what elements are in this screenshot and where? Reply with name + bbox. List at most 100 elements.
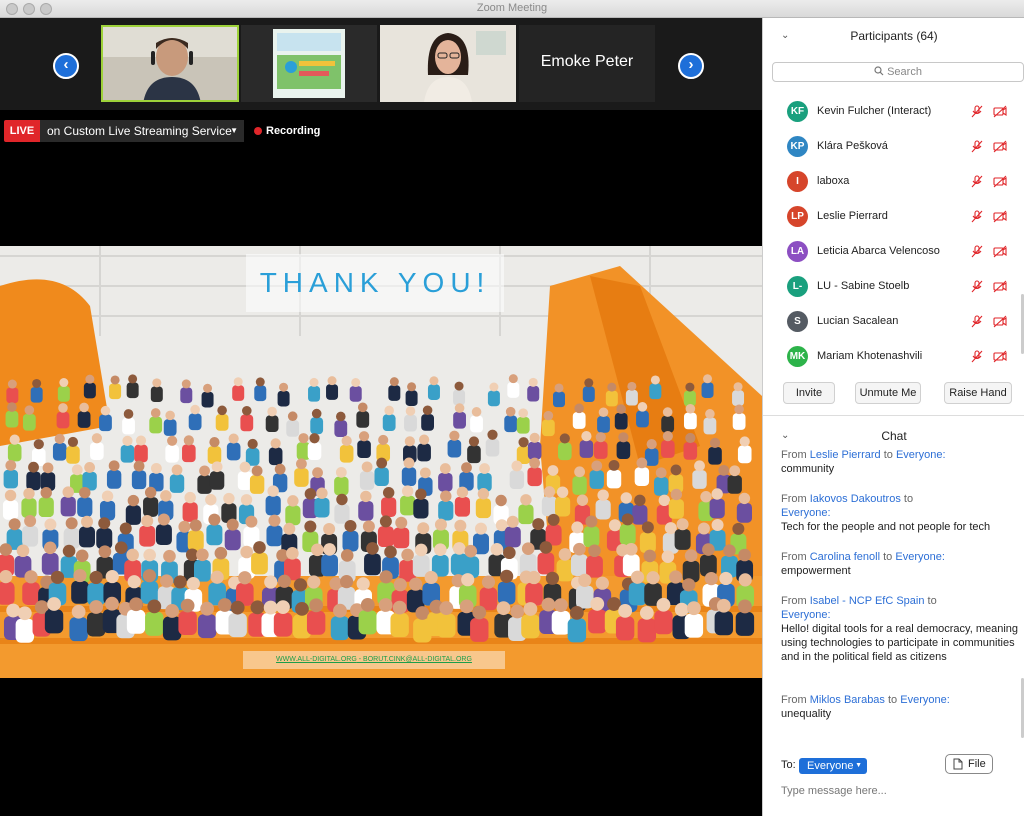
crowd-person-body (134, 444, 148, 463)
crowd-person-head (434, 543, 447, 557)
crowd-person-head (283, 522, 296, 535)
video-off-icon[interactable] (993, 350, 1007, 363)
collapse-chevron-icon[interactable]: ⌄ (781, 18, 789, 54)
participant-row[interactable]: LA Leticia Abarca Velencoso (763, 234, 1024, 269)
raise-hand-button[interactable]: Raise Hand (944, 382, 1012, 404)
video-off-icon[interactable] (993, 175, 1007, 188)
website-link[interactable]: WWW.ALL-DIGITAL.ORG (276, 656, 357, 663)
participant-row[interactable]: S Lucian Sacalean (763, 304, 1024, 339)
crowd-person-body (178, 611, 197, 636)
crowd-person-body (438, 472, 453, 492)
title-bar: Zoom Meeting (0, 0, 1024, 18)
crowd-person-head (529, 457, 541, 469)
crowd-person-head (40, 487, 52, 499)
mic-muted-icon[interactable] (970, 210, 984, 223)
participant-row[interactable]: MK Mariam Khotenashvili (763, 339, 1024, 370)
collapse-chevron-icon[interactable]: ⌄ (781, 418, 789, 454)
participant-row[interactable]: KF Kevin Fulcher (Interact) (763, 94, 1024, 129)
crowd-person-body (516, 416, 530, 434)
crowd-person-head (163, 549, 176, 563)
chat-message-input[interactable] (781, 782, 1017, 800)
video-tile-shared-poster[interactable] (241, 25, 377, 102)
crowd-person-body (593, 441, 608, 459)
crowd-person-head (84, 462, 96, 473)
participant-search-input[interactable]: Search (772, 62, 1024, 82)
video-off-icon[interactable] (993, 315, 1007, 328)
video-off-icon[interactable] (993, 280, 1007, 293)
chat-recipient-select[interactable]: Everyone ▼ (799, 758, 867, 774)
next-videos-button[interactable]: › (678, 53, 704, 79)
crowd-person-head (584, 378, 594, 388)
crowd-person-head (263, 600, 278, 615)
crowd-person-head (242, 405, 252, 416)
crowd-person-head (419, 467, 431, 479)
crowd-person-body (454, 496, 471, 517)
message-recipient: Everyone: (895, 450, 946, 461)
video-off-icon[interactable] (993, 245, 1007, 258)
unmute-me-button[interactable]: Unmute Me (855, 382, 921, 404)
crowd-person-head (510, 604, 525, 619)
crowd-person-body (3, 469, 19, 489)
video-off-icon[interactable] (993, 105, 1007, 118)
crowd-person-body (139, 525, 156, 547)
participant-row[interactable]: KP Klára Pešková (763, 129, 1024, 164)
crowd-person-head (208, 513, 221, 526)
crowd-person-body (79, 526, 96, 548)
crowd-person-body (358, 610, 377, 635)
mic-muted-icon[interactable] (970, 245, 984, 258)
crowd-person-body (99, 414, 112, 432)
mic-muted-icon[interactable] (970, 140, 984, 153)
crowd-person-head (581, 431, 592, 442)
crowd-person-body (504, 415, 518, 433)
participant-name: Mariam Khotenashvili (817, 350, 923, 362)
mic-muted-icon[interactable] (970, 280, 984, 293)
crowd-person-body (632, 504, 648, 525)
crowd-person-head (245, 515, 258, 528)
crowd-person-head (340, 549, 354, 562)
participant-row[interactable]: L- LU - Sabine Stoelb (763, 269, 1024, 304)
crowd-person-head (543, 486, 556, 498)
crowd-person-body (71, 580, 89, 604)
crowd-person-body (417, 443, 431, 462)
video-off-icon[interactable] (993, 210, 1007, 223)
crowd-person-head (401, 485, 414, 497)
invite-button[interactable]: Invite (783, 382, 835, 404)
crowd-person-body (504, 526, 521, 548)
mic-muted-icon[interactable] (970, 105, 984, 118)
crowd-person-head (105, 569, 119, 584)
crowd-person-head (532, 518, 545, 531)
crowd-person-head (127, 494, 140, 507)
crowd-person-head (569, 606, 584, 620)
email-link[interactable]: BORUT.CINK@ALL-DIGITAL.ORG (363, 656, 472, 663)
recording-label: Recording (266, 125, 321, 137)
live-badge[interactable]: LIVE (4, 120, 40, 142)
crowd-person-head (646, 439, 657, 450)
crowd-person-body (99, 500, 116, 521)
mic-muted-icon[interactable] (970, 350, 984, 363)
crowd-person-head (738, 573, 752, 587)
crowd-person-head (459, 599, 474, 614)
prev-videos-button[interactable]: ‹ (53, 53, 79, 79)
mic-muted-icon[interactable] (970, 315, 984, 328)
crowd-person-head (239, 461, 251, 473)
video-tile-participant[interactable] (380, 25, 516, 102)
crowd-person-head (574, 466, 586, 478)
crowd-person-head (454, 381, 464, 391)
video-tile-name-only[interactable]: Emoke Peter (519, 25, 655, 102)
crowd-person-body (106, 470, 122, 489)
send-file-button[interactable]: File (945, 754, 993, 774)
crowd-person-body (551, 610, 571, 635)
crowd-person-body (606, 469, 622, 489)
crowd-person-body (342, 530, 359, 552)
recipient-value: Everyone (807, 760, 854, 772)
crowd-person-head (543, 410, 554, 421)
participant-row[interactable]: I laboxa (763, 164, 1024, 199)
crowd-person-head (230, 600, 245, 615)
mic-muted-icon[interactable] (970, 175, 984, 188)
video-tile-speaker[interactable] (101, 25, 239, 102)
crowd-person-head (495, 494, 507, 507)
live-service-dropdown[interactable]: on Custom Live Streaming Service ▼ (40, 120, 244, 142)
video-off-icon[interactable] (993, 140, 1007, 153)
crowd-person-head (183, 435, 194, 446)
participant-row[interactable]: LP Leslie Pierrard (763, 199, 1024, 234)
